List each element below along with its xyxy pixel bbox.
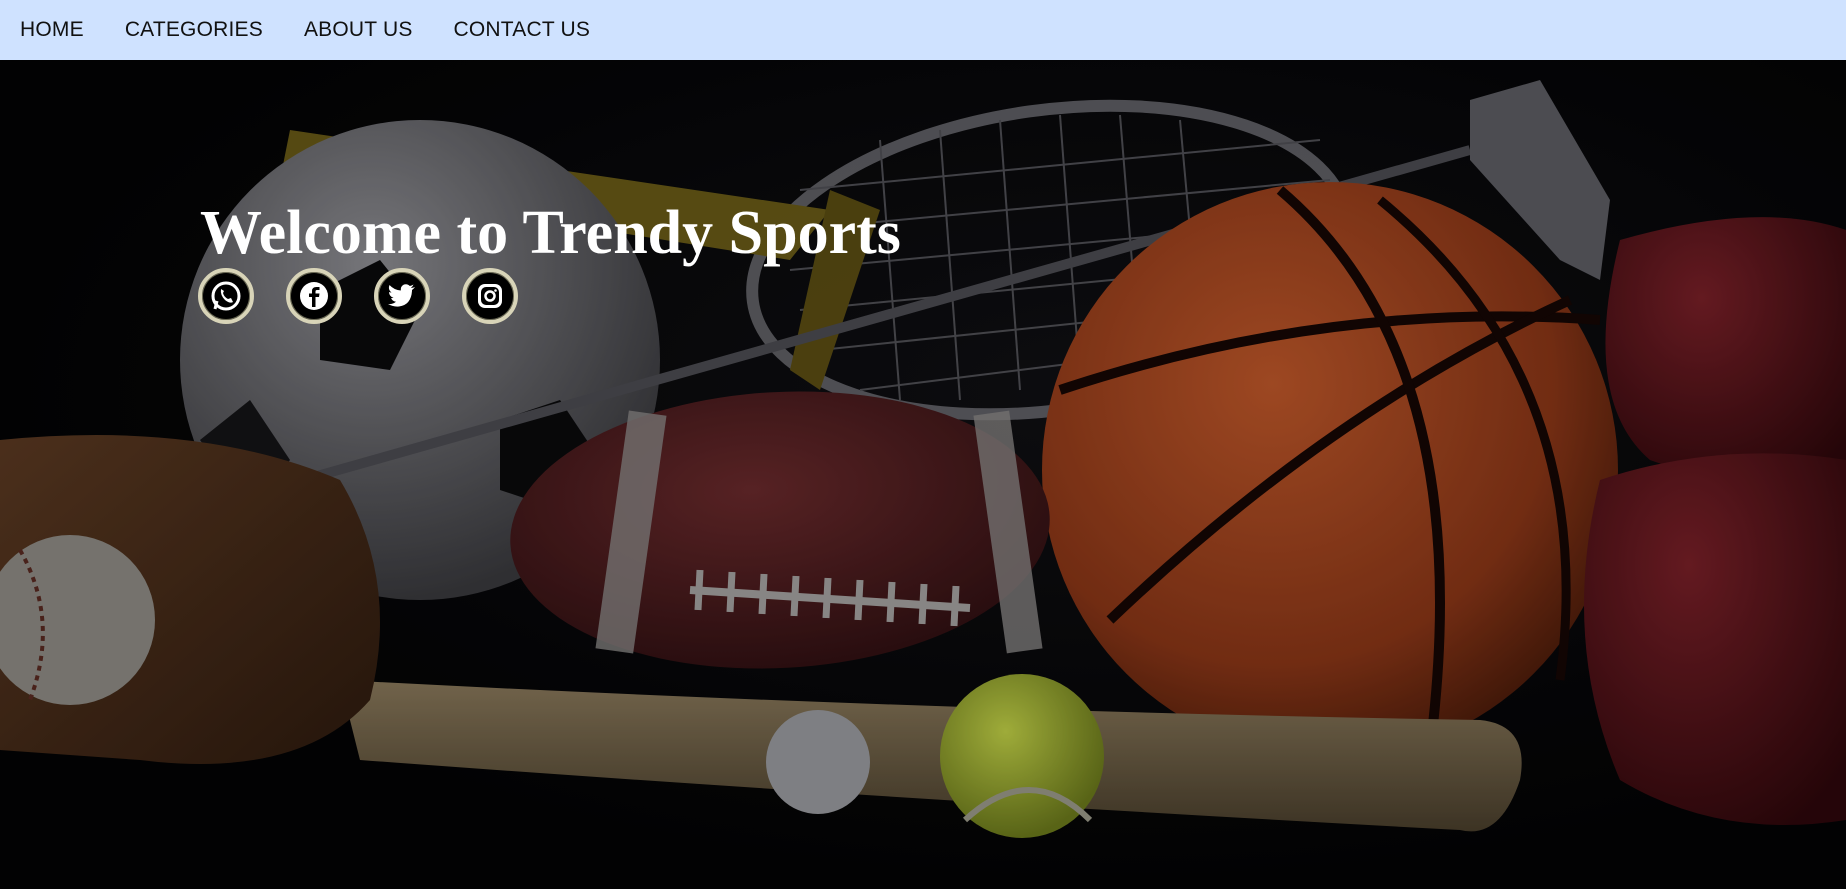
- instagram-icon[interactable]: [462, 268, 518, 324]
- nav-about-link[interactable]: ABOUT US: [304, 18, 413, 42]
- hero-title: Welcome to Trendy Sports: [200, 199, 901, 267]
- hero-banner: Welcome to Trendy Sports: [0, 60, 1846, 889]
- social-links: [198, 268, 550, 324]
- nav-home-link[interactable]: HOME: [20, 18, 84, 42]
- nav-categories-link[interactable]: CATEGORIES: [125, 18, 263, 42]
- twitter-icon[interactable]: [374, 268, 430, 324]
- facebook-icon[interactable]: [286, 268, 342, 324]
- hero-background-image: [0, 60, 1846, 889]
- nav-contact-link[interactable]: CONTACT US: [454, 18, 591, 42]
- top-navbar: HOME CATEGORIES ABOUT US CONTACT US: [0, 0, 1846, 60]
- whatsapp-icon[interactable]: [198, 268, 254, 324]
